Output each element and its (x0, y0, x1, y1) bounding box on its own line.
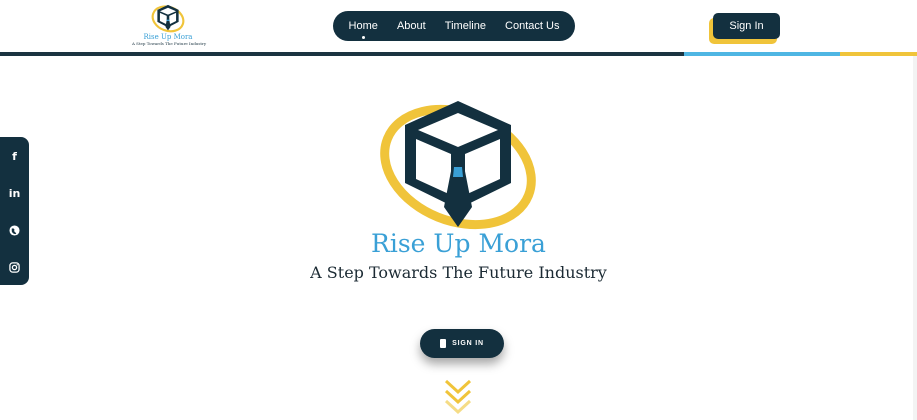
top-header: Rise Up Mora A Step Towards The Future I… (0, 0, 917, 56)
nav-timeline[interactable]: Timeline (445, 20, 486, 32)
facebook-icon[interactable]: f (0, 146, 29, 166)
hero-signin-label: SIGN IN (452, 340, 484, 347)
logo-mark-icon (151, 4, 185, 33)
signin-button[interactable]: Sign In (713, 13, 780, 39)
door-icon (440, 339, 447, 348)
main-nav: Home About Timeline Contact Us (333, 11, 575, 41)
header-logo-tagline: A Step Towards The Future Industry (132, 41, 207, 46)
header-signin: Sign In (709, 13, 781, 44)
nav-home[interactable]: Home (349, 20, 378, 39)
scroll-down-chevron-icon[interactable] (443, 378, 473, 416)
hero-logo-icon (380, 101, 536, 230)
nav-active-indicator (362, 36, 366, 39)
header-logo[interactable]: Rise Up Mora A Step Towards The Future I… (132, 3, 207, 49)
nav-contact-us[interactable]: Contact Us (505, 20, 559, 32)
hero-signin-button[interactable]: SIGN IN (420, 329, 504, 358)
header-logo-title: Rise Up Mora (143, 33, 193, 41)
hero-subtitle: A Step Towards The Future Industry (310, 263, 607, 282)
nav-about[interactable]: About (397, 20, 426, 32)
linkedin-icon[interactable]: in (0, 183, 29, 203)
header-divider-dark (0, 52, 684, 56)
header-divider-yellow (840, 52, 917, 56)
hero-title: Rise Up Mora (371, 229, 546, 258)
header-divider-blue (684, 52, 840, 56)
